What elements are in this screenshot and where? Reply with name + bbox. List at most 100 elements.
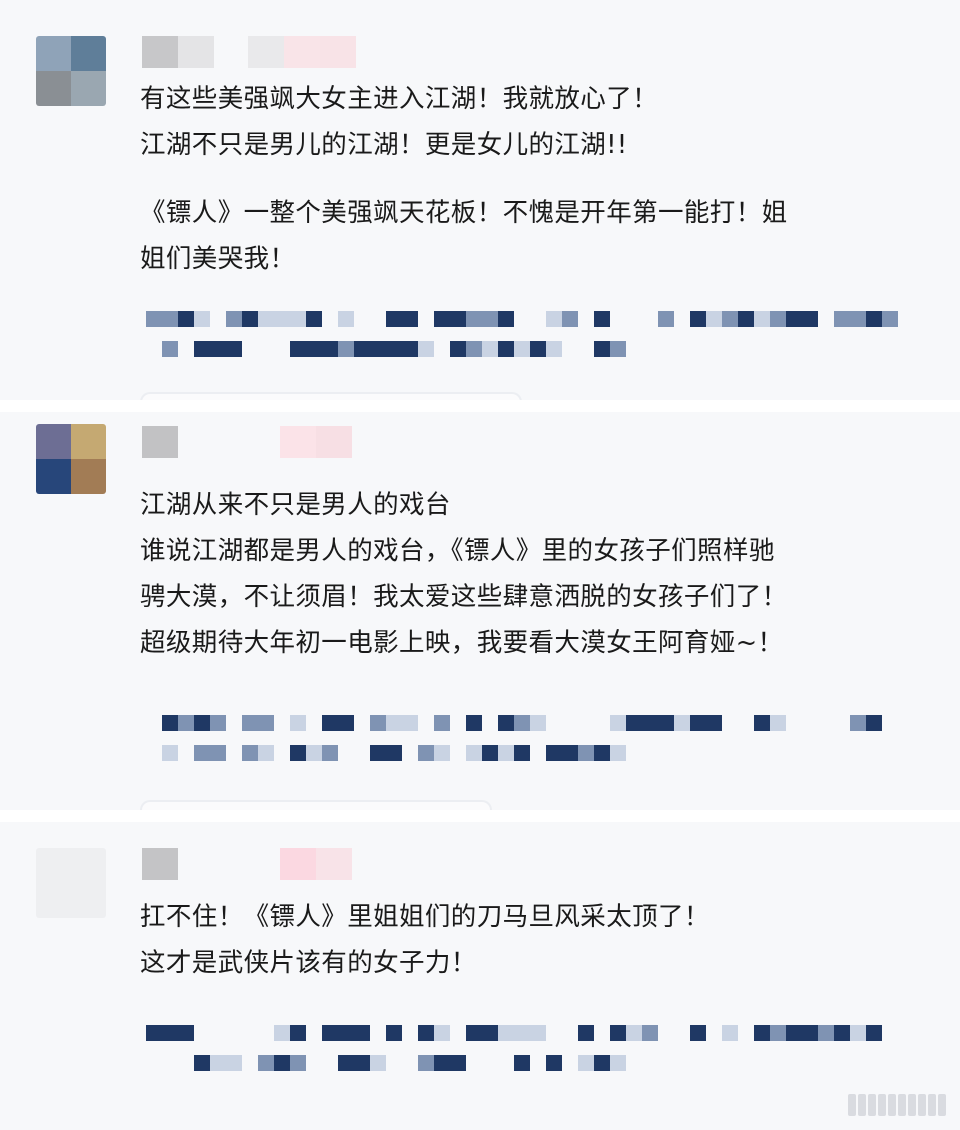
mosaic-cell <box>306 1055 322 1071</box>
comment-line: 江湖从来不只是男人的戏台 <box>140 490 451 520</box>
mosaic-cell <box>242 1025 258 1041</box>
mosaic-cell <box>402 715 418 731</box>
mosaic-row <box>146 306 916 332</box>
username-pixelated[interactable] <box>142 426 352 458</box>
mosaic-cell <box>818 1025 834 1041</box>
comment-line: 超级期待大年初一电影上映，我要看大漠女王阿育娅~！ <box>140 628 784 658</box>
mosaic-cell <box>338 1025 354 1041</box>
mosaic-cell <box>290 311 306 327</box>
mosaic-cell <box>578 1055 594 1071</box>
mosaic-cell <box>562 311 578 327</box>
mosaic-cell <box>450 745 466 761</box>
mosaic-cell <box>514 311 530 327</box>
mosaic-cell <box>418 715 434 731</box>
avatar[interactable] <box>36 424 106 494</box>
mosaic-cell <box>162 1055 178 1071</box>
mosaic-cell <box>322 1025 338 1041</box>
mosaic-cell <box>434 1025 450 1041</box>
mosaic-cell <box>802 311 818 327</box>
mosaic-cell <box>466 1025 482 1041</box>
username-pixelated[interactable] <box>142 848 352 880</box>
mosaic-cell <box>146 715 162 731</box>
mosaic-cell <box>290 715 306 731</box>
mosaic-cell <box>770 715 786 731</box>
mosaic-cell <box>610 745 626 761</box>
mosaic-row <box>146 1050 916 1076</box>
mosaic-cell <box>210 715 226 731</box>
divider <box>0 810 960 822</box>
mosaic-cell <box>482 715 498 731</box>
mosaic-cell <box>370 1055 386 1071</box>
mosaic-cell <box>482 1025 498 1041</box>
mosaic-cell <box>498 745 514 761</box>
mosaic-cell <box>242 341 258 357</box>
mosaic-cell <box>834 715 850 731</box>
mosaic-cell <box>802 715 818 731</box>
mosaic-cell <box>322 715 338 731</box>
mosaic-cell <box>866 311 882 327</box>
mosaic-cell <box>226 311 242 327</box>
mosaic-cell <box>306 745 322 761</box>
mosaic-cell <box>690 1025 706 1041</box>
mosaic-cell <box>402 1025 418 1041</box>
mosaic-cell <box>642 311 658 327</box>
mosaic-cell <box>162 341 178 357</box>
mosaic-cell <box>482 341 498 357</box>
watermark-icon <box>848 1094 946 1116</box>
mosaic-cell <box>338 715 354 731</box>
mosaic-cell <box>514 1025 530 1041</box>
mosaic-cell <box>178 745 194 761</box>
mosaic-cell <box>594 1055 610 1071</box>
mosaic-cell <box>770 311 786 327</box>
mosaic-cell <box>162 311 178 327</box>
mosaic-cell <box>290 1025 306 1041</box>
mosaic-cell <box>706 715 722 731</box>
mosaic-cell <box>754 311 770 327</box>
avatar[interactable] <box>36 848 106 918</box>
mosaic-cell <box>706 1025 722 1041</box>
pixelated-text <box>146 1020 916 1080</box>
mosaic-cell <box>146 745 162 761</box>
mosaic-cell <box>370 745 386 761</box>
mosaic-cell <box>210 1025 226 1041</box>
mosaic-cell <box>642 715 658 731</box>
mosaic-cell <box>194 1025 210 1041</box>
mosaic-cell <box>402 341 418 357</box>
mosaic-row <box>146 740 916 766</box>
mosaic-cell <box>546 311 562 327</box>
mosaic-cell <box>338 745 354 761</box>
mosaic-cell <box>306 341 322 357</box>
mosaic-cell <box>674 311 690 327</box>
mosaic-cell <box>178 715 194 731</box>
mosaic-cell <box>562 1055 578 1071</box>
mosaic-cell <box>322 311 338 327</box>
mosaic-cell <box>258 341 274 357</box>
avatar[interactable] <box>36 36 106 106</box>
mosaic-cell <box>898 1025 914 1041</box>
pixelated-text <box>146 710 916 770</box>
mosaic-cell <box>658 1025 674 1041</box>
mosaic-cell <box>722 715 738 731</box>
mosaic-cell <box>242 745 258 761</box>
mosaic-cell <box>386 715 402 731</box>
mosaic-cell <box>546 715 562 731</box>
mosaic-cell <box>434 1055 450 1071</box>
mosaic-cell <box>226 715 242 731</box>
mosaic-cell <box>530 715 546 731</box>
mosaic-row <box>146 710 916 736</box>
mosaic-cell <box>898 311 914 327</box>
mosaic-cell <box>530 1055 546 1071</box>
mosaic-cell <box>434 715 450 731</box>
mosaic-cell <box>146 1055 162 1071</box>
mosaic-cell <box>274 1025 290 1041</box>
mosaic-cell <box>498 715 514 731</box>
mosaic-cell <box>242 311 258 327</box>
comment-item: 有这些美强飒大女主进入江湖！我就放心了！ 江湖不只是男儿的江湖！更是女儿的江湖!… <box>0 0 960 406</box>
mosaic-cell <box>402 1055 418 1071</box>
mosaic-cell <box>146 341 162 357</box>
username-pixelated[interactable] <box>142 36 356 68</box>
mosaic-cell <box>162 715 178 731</box>
mosaic-cell <box>242 1055 258 1071</box>
mosaic-row <box>146 1020 916 1046</box>
comment-text: 扛不住！《镖人》里姐姐们的刀马旦风采太顶了！ 这才是武侠片该有的女子力！ <box>140 894 920 986</box>
